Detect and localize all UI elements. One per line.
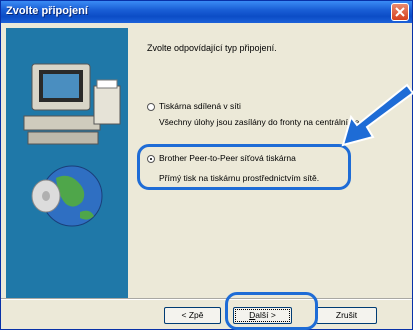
separator [1, 298, 412, 300]
title-bar[interactable]: Zvolte připojení [1, 1, 412, 23]
side-graphic-panel [6, 28, 128, 298]
computer-icon [23, 63, 121, 145]
close-button[interactable] [391, 3, 409, 21]
close-icon [395, 7, 405, 17]
radio-shared-printer[interactable] [147, 103, 155, 111]
highlight-outline-next [225, 292, 318, 330]
window-title: Zvolte připojení [6, 5, 88, 17]
pointer-arrow-icon [341, 83, 413, 147]
cancel-button[interactable]: Zrušit [316, 307, 377, 324]
dialog-window: Zvolte připojení Zvolte odpovídající typ… [0, 0, 413, 330]
prompt-text: Zvolte odpovídající typ připojení. [147, 43, 277, 53]
back-button[interactable]: < Zpě [164, 307, 221, 324]
option-label: Tiskárna sdílená v síti [159, 101, 241, 111]
highlight-outline-option [137, 144, 351, 190]
option-description: Všechny úlohy jsou zasílány do fronty na… [159, 117, 360, 127]
globe-icon [31, 165, 103, 227]
